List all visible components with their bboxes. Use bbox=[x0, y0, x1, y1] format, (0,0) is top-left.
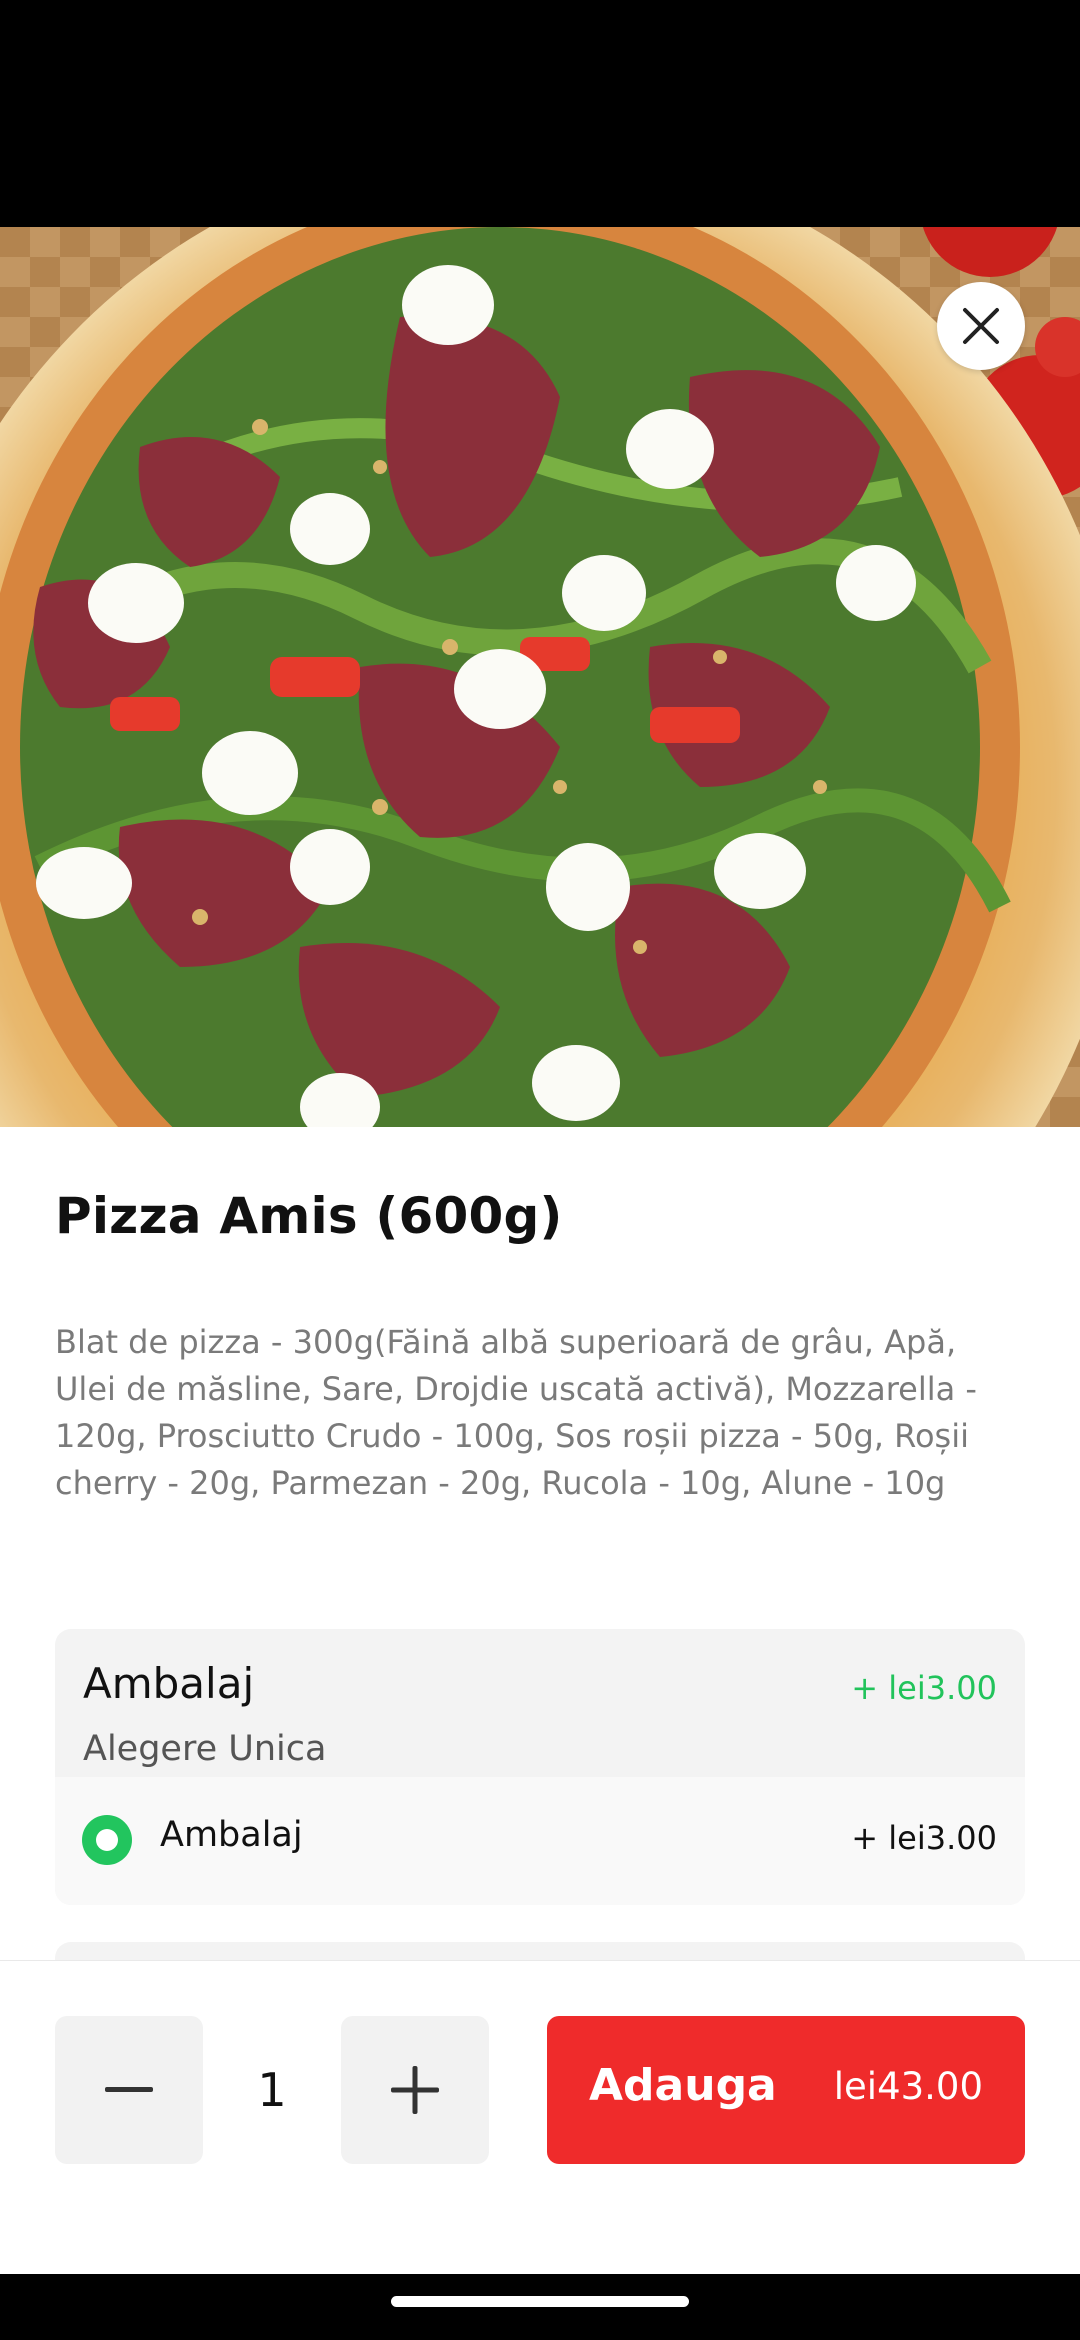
product-title: Pizza Amis (600g) bbox=[55, 1187, 563, 1245]
option-group-ambalaj: Ambalaj + lei3.00 Alegere Unica Ambalaj … bbox=[55, 1629, 1025, 1905]
option-group-subtitle: Alegere Unica bbox=[83, 1729, 327, 1769]
home-indicator[interactable] bbox=[391, 2296, 689, 2307]
add-button-price: lei43.00 bbox=[833, 2065, 983, 2108]
pizza-illustration bbox=[0, 227, 1080, 1127]
product-image bbox=[0, 227, 1080, 1127]
add-to-cart-button[interactable]: Adauga lei43.00 bbox=[547, 2016, 1025, 2164]
close-icon bbox=[963, 308, 999, 344]
radio-selected-icon[interactable] bbox=[82, 1815, 132, 1865]
option-price: + lei3.00 bbox=[851, 1819, 997, 1857]
plus-icon bbox=[391, 2066, 439, 2114]
option-group-title: Ambalaj bbox=[83, 1659, 255, 1708]
status-bar-area bbox=[0, 0, 1080, 227]
option-label: Ambalaj bbox=[160, 1815, 303, 1855]
close-button[interactable] bbox=[937, 282, 1025, 370]
add-button-label: Adauga bbox=[589, 2060, 777, 2111]
navigation-bar bbox=[0, 2274, 1080, 2340]
increase-quantity-button[interactable] bbox=[341, 2016, 489, 2164]
add-to-cart-footer: 1 Adauga lei43.00 bbox=[0, 1960, 1080, 2275]
option-group-price: + lei3.00 bbox=[851, 1669, 997, 1707]
product-description: Blat de pizza - 300g(Făină albă superioa… bbox=[55, 1323, 977, 1502]
minus-icon bbox=[105, 2087, 153, 2092]
next-option-group bbox=[55, 1942, 1025, 1960]
decrease-quantity-button[interactable] bbox=[55, 2016, 203, 2164]
option-item-ambalaj[interactable]: Ambalaj + lei3.00 bbox=[55, 1777, 1025, 1905]
quantity-value: 1 bbox=[257, 2063, 287, 2117]
product-details-sheet: Pizza Amis (600g) Blat de pizza - 300g(F… bbox=[0, 1127, 1080, 1960]
